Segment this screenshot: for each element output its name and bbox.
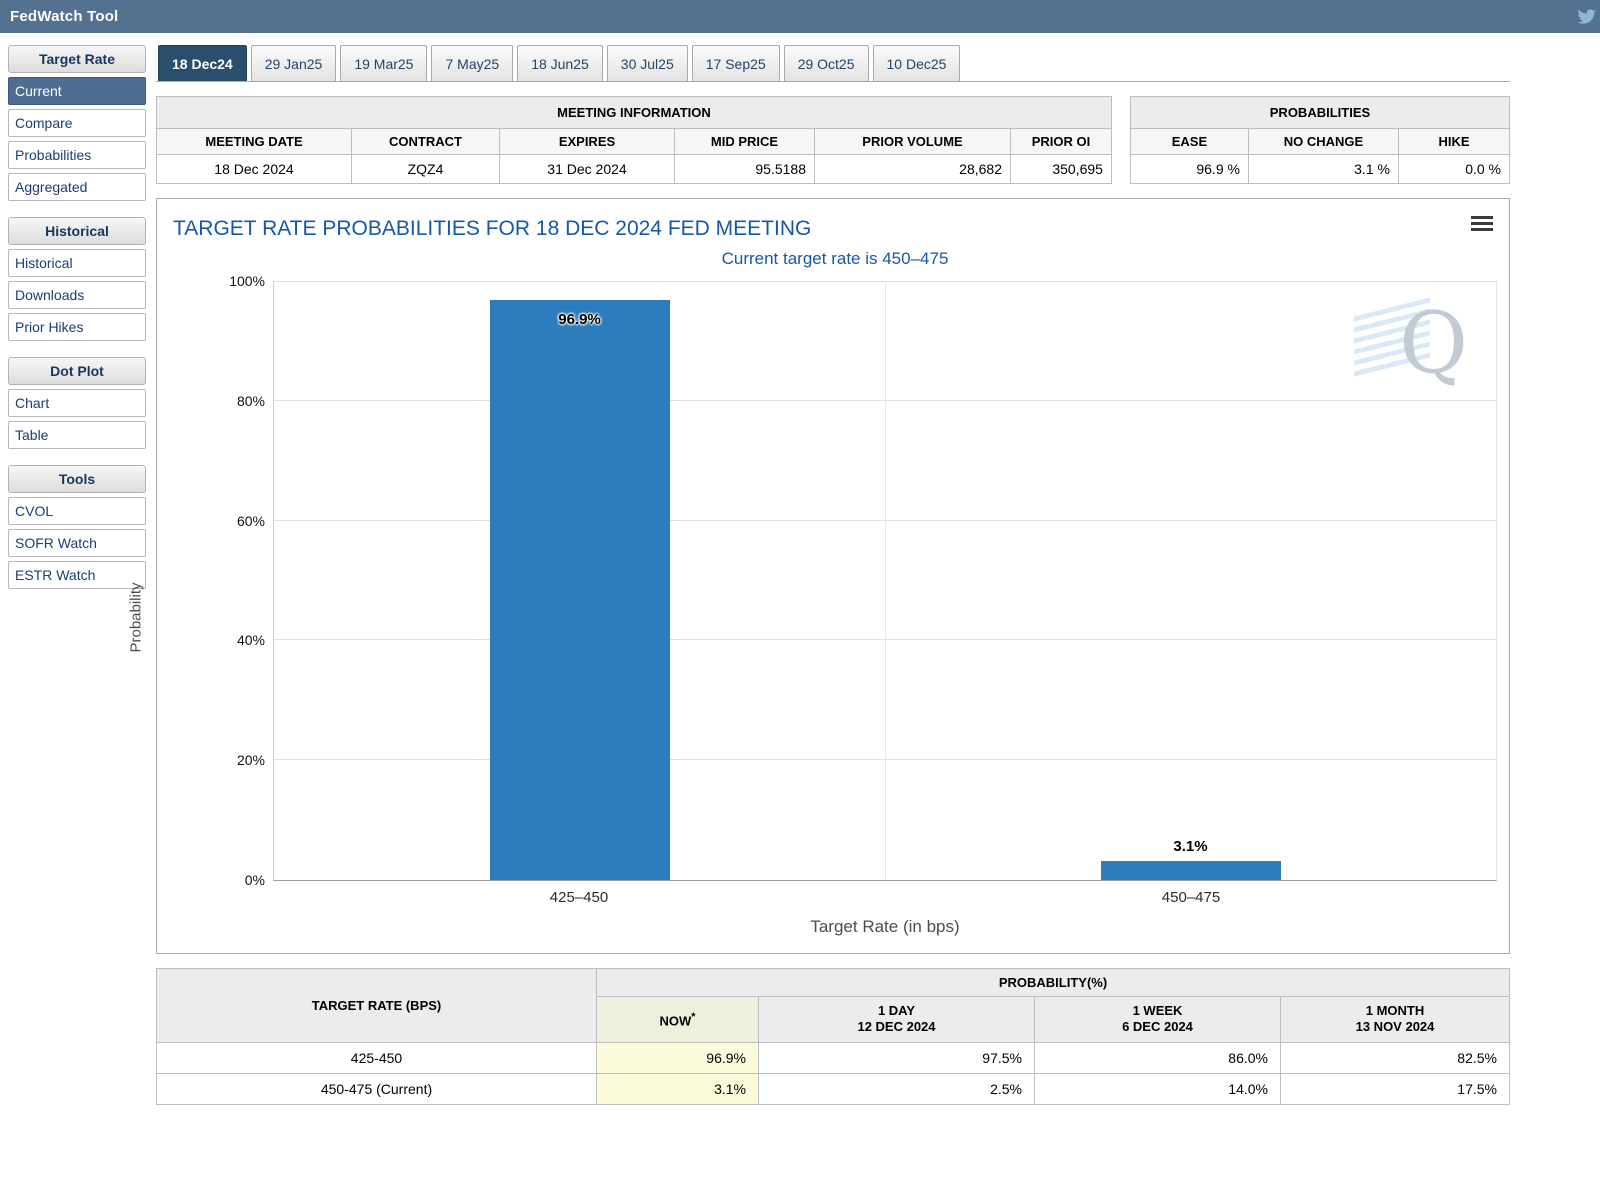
tab-19-mar25[interactable]: 19 Mar25 <box>340 45 428 81</box>
tab-7-may25[interactable]: 7 May25 <box>431 45 514 81</box>
sidebar-item-chart[interactable]: Chart <box>8 389 146 417</box>
y-tick-0: 0% <box>244 872 265 888</box>
rate-header: TARGET RATE (BPS) <box>156 968 597 1043</box>
sidebar-header-historical: Historical <box>8 217 146 245</box>
quikstrike-watermark: Q <box>1354 295 1474 391</box>
app-header: FedWatch Tool <box>0 0 1600 33</box>
week-cell: 14.0% <box>1034 1072 1281 1105</box>
sidebar-item-aggregated[interactable]: Aggregated <box>8 173 146 201</box>
tab-29-oct25[interactable]: 29 Oct25 <box>783 45 869 81</box>
sidebar-section-target-rate: Target Rate Current Compare Probabilitie… <box>8 45 146 201</box>
now-cell: 96.9% <box>596 1041 759 1074</box>
no-change-value: 3.1 % <box>1247 154 1399 184</box>
rate-cell: 450-475 (Current) <box>156 1072 597 1105</box>
ease-value: 96.9 % <box>1129 154 1249 184</box>
col-prior-volume: PRIOR VOLUME <box>814 128 1011 155</box>
hike-value: 0.0 % <box>1397 154 1511 184</box>
day-cell: 97.5% <box>758 1041 1035 1074</box>
y-tick-20: 20% <box>236 752 265 769</box>
meeting-info-table: MEETING INFORMATION MEETING DATE CONTRAC… <box>156 96 1112 184</box>
rate-cell: 425-450 <box>156 1041 597 1074</box>
app-title: FedWatch Tool <box>10 8 119 25</box>
y-tick-80: 80% <box>236 392 265 409</box>
table-row: 425-450 96.9% 97.5% 86.0% 82.5% <box>156 1041 1510 1074</box>
x-axis-title: Target Rate (in bps) <box>810 917 960 936</box>
now-header: NOW* <box>596 996 759 1043</box>
twitter-icon[interactable] <box>1576 7 1598 30</box>
bar-425-450[interactable] <box>489 299 670 880</box>
meeting-tabs: 18 Dec24 29 Jan25 19 Mar25 7 May25 18 Ju… <box>156 45 1510 82</box>
tab-18-jun25[interactable]: 18 Jun25 <box>517 45 603 81</box>
month-cell: 17.5% <box>1280 1072 1510 1105</box>
col-contract: CONTRACT <box>351 128 500 155</box>
col-ease: EASE <box>1129 128 1249 155</box>
meeting-date-value: 18 Dec 2024 <box>156 154 352 184</box>
tab-30-jul25[interactable]: 30 Jul25 <box>606 45 688 81</box>
sidebar-section-dot-plot: Dot Plot Chart Table <box>8 357 146 449</box>
probabilities-table: PROBABILITIES EASE NO CHANGE HIKE 96.9 %… <box>1129 96 1511 184</box>
plot-area: 100% 80% 60% 40% 20% 0% Q 96.9% 3.1% <box>229 273 1497 888</box>
sidebar-item-table[interactable]: Table <box>8 421 146 449</box>
one-day-header: 1 DAY 12 DEC 2024 <box>758 996 1035 1043</box>
sidebar-section-historical: Historical Historical Downloads Prior Hi… <box>8 217 146 341</box>
sidebar-section-tools: Tools CVOL SOFR Watch ESTR Watch <box>8 465 146 589</box>
col-meeting-date: MEETING DATE <box>156 128 352 155</box>
sidebar-item-probabilities[interactable]: Probabilities <box>8 141 146 169</box>
sidebar-item-current[interactable]: Current <box>8 77 146 105</box>
y-axis-title: Probability <box>127 582 145 653</box>
sidebar-header-target-rate: Target Rate <box>8 45 146 73</box>
one-week-header: 1 WEEK 6 DEC 2024 <box>1034 996 1281 1043</box>
col-prior-oi: PRIOR OI <box>1010 128 1112 155</box>
sidebar-item-sofr-watch[interactable]: SOFR Watch <box>8 529 146 557</box>
y-tick-100: 100% <box>229 273 265 289</box>
chart-container: TARGET RATE PROBABILITIES FOR 18 DEC 202… <box>128 198 1510 954</box>
col-expires: EXPIRES <box>499 128 675 155</box>
sidebar-item-estr-watch[interactable]: ESTR Watch <box>8 561 146 589</box>
day-cell: 2.5% <box>758 1072 1035 1105</box>
mid-price-value: 95.5188 <box>674 154 815 184</box>
week-cell: 86.0% <box>1034 1041 1281 1074</box>
bar-450-475[interactable] <box>1100 861 1281 880</box>
sidebar-item-prior-hikes[interactable]: Prior Hikes <box>8 313 146 341</box>
probability-history-table: TARGET RATE (BPS) PROBABILITY(%) NOW* 1 … <box>156 968 1510 1105</box>
meeting-info-title: MEETING INFORMATION <box>156 96 1112 129</box>
contract-value: ZQZ4 <box>351 154 500 184</box>
main-content: 18 Dec24 29 Jan25 19 Mar25 7 May25 18 Ju… <box>128 45 1554 1105</box>
chart-menu-icon[interactable] <box>1471 213 1493 234</box>
probabilities-title: PROBABILITIES <box>1129 96 1511 129</box>
expires-value: 31 Dec 2024 <box>499 154 675 184</box>
col-hike: HIKE <box>1397 128 1511 155</box>
sidebar: Target Rate Current Compare Probabilitie… <box>8 45 146 1105</box>
one-month-header: 1 MONTH 13 NOV 2024 <box>1280 996 1510 1043</box>
sidebar-header-tools: Tools <box>8 465 146 493</box>
table-row: 450-475 (Current) 3.1% 2.5% 14.0% 17.5% <box>156 1072 1510 1105</box>
probability-group-header: PROBABILITY(%) <box>596 968 1510 997</box>
chart-subtitle: Current target rate is 450–475 <box>721 249 949 268</box>
chart-title: TARGET RATE PROBABILITIES FOR 18 DEC 202… <box>173 217 812 240</box>
sidebar-item-cvol[interactable]: CVOL <box>8 497 146 525</box>
y-tick-40: 40% <box>236 632 265 649</box>
tab-10-dec25[interactable]: 10 Dec25 <box>872 45 961 81</box>
prior-volume-value: 28,682 <box>814 154 1011 184</box>
tab-18-dec24[interactable]: 18 Dec24 <box>158 45 247 81</box>
sidebar-item-historical[interactable]: Historical <box>8 249 146 277</box>
x-category-450-475: 450–475 <box>1161 889 1221 906</box>
bar-label-425-450: 96.9% <box>558 310 601 328</box>
sidebar-item-compare[interactable]: Compare <box>8 109 146 137</box>
col-no-change: NO CHANGE <box>1247 128 1399 155</box>
bar-chart: Probability 100% 80% 60% 40% 20% 0% Q 96… <box>128 273 1497 937</box>
x-category-425-450: 425–450 <box>549 889 609 906</box>
sidebar-header-dot-plot: Dot Plot <box>8 357 146 385</box>
now-cell: 3.1% <box>596 1072 759 1105</box>
prior-oi-value: 350,695 <box>1010 154 1112 184</box>
tab-29-jan25[interactable]: 29 Jan25 <box>250 45 337 81</box>
sidebar-item-downloads[interactable]: Downloads <box>8 281 146 309</box>
tab-17-sep25[interactable]: 17 Sep25 <box>691 45 780 81</box>
col-mid-price: MID PRICE <box>674 128 815 155</box>
month-cell: 82.5% <box>1280 1041 1510 1074</box>
y-tick-60: 60% <box>236 512 265 529</box>
bar-label-450-475: 3.1% <box>1173 838 1208 856</box>
